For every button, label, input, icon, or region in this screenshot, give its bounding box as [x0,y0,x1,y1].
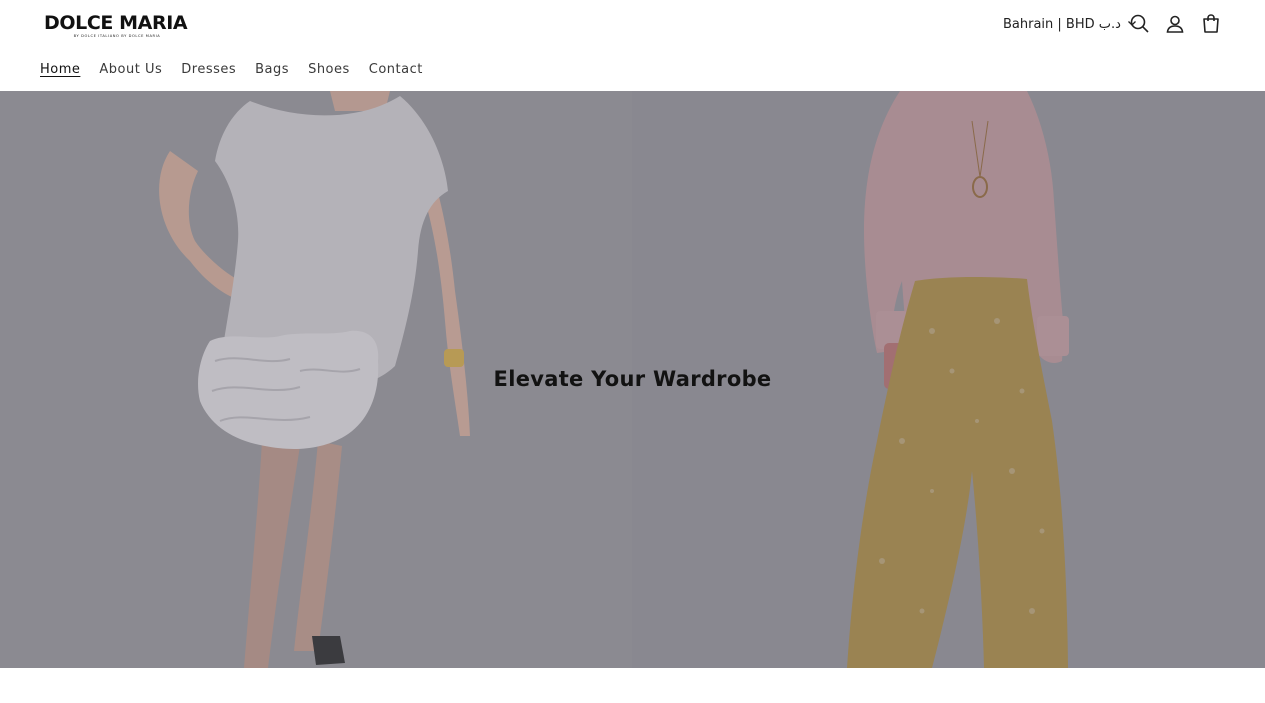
nav-item-dresses[interactable]: Dresses [181,61,236,79]
nav-item-about-us[interactable]: About Us [99,61,162,79]
search-icon[interactable] [1128,12,1152,36]
locale-label: Bahrain | BHD د.ب [1003,16,1121,32]
cart-icon[interactable] [1199,12,1223,36]
country-currency-selector[interactable]: Bahrain | BHD د.ب [1003,15,1137,33]
logo-tagline: BY DOLCE ITALIANO BY DOLCE MARIA [73,34,161,38]
logo-text: DOLCE MARIA [44,12,188,34]
page-section-below-hero [0,668,1265,703]
account-icon[interactable] [1163,12,1187,36]
site-logo[interactable]: DOLCE MARIA BY DOLCE ITALIANO BY DOLCE M… [44,12,190,39]
nav-item-home[interactable]: Home [40,61,80,79]
hero-title: Elevate Your Wardrobe [493,367,772,391]
nav-item-shoes[interactable]: Shoes [308,61,350,79]
main-nav: Home About Us Dresses Bags Shoes Contact [40,61,442,79]
hero-banner: Elevate Your Wardrobe [0,91,1265,668]
site-header: DOLCE MARIA BY DOLCE ITALIANO BY DOLCE M… [0,0,1265,91]
nav-item-bags[interactable]: Bags [255,61,289,79]
nav-item-contact[interactable]: Contact [369,61,423,79]
